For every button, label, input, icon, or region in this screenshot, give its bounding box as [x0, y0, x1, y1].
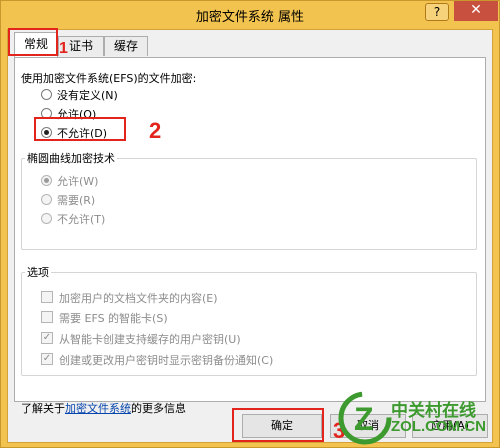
watermark-en: ZOL.COM.CN: [391, 418, 486, 435]
efs-help-link[interactable]: 加密文件系统: [65, 402, 131, 415]
checkbox-backup-notification-label: 创建或更改用户密钥时显示密钥备份通知(C): [59, 354, 274, 367]
checkbox-encrypt-documents-label: 加密用户的文档文件夹的内容(E): [59, 292, 218, 305]
properties-dialog: 加密文件系统 属性 ? ✕ 常规 证书 缓存 使用加密文件系统(EFS)的文件加…: [0, 0, 500, 448]
radio-ecc-deny-label: 不允许(T): [57, 213, 106, 226]
checkbox-cache-smartcard-key[interactable]: ✓: [41, 332, 53, 344]
highlight-deny-option: [34, 117, 126, 141]
checkbox-require-smartcard-label: 需要 EFS 的智能卡(S): [59, 312, 168, 325]
close-button[interactable]: ✕: [454, 1, 498, 21]
general-tab-panel: 使用加密文件系统(EFS)的文件加密: 没有定义(N) 允许(O) 不允许(D)…: [14, 57, 486, 415]
checkbox-require-smartcard[interactable]: [41, 311, 53, 323]
annotation-marker-1: 1: [59, 40, 68, 57]
highlight-ok-button: [232, 408, 324, 442]
zol-watermark: Z 中关村在线 ZOL.COM.CN: [333, 388, 493, 448]
zol-logo-icon: Z: [338, 391, 392, 445]
radio-ecc-allow-label: 允许(W): [57, 175, 99, 188]
checkbox-encrypt-documents[interactable]: [41, 291, 53, 303]
radio-not-defined[interactable]: [41, 89, 52, 100]
tab-cache[interactable]: 缓存: [104, 36, 148, 56]
help-button[interactable]: ?: [425, 3, 449, 21]
radio-ecc-require-label: 需要(R): [57, 194, 96, 207]
svg-text:Z: Z: [354, 401, 374, 437]
radio-ecc-require[interactable]: [41, 194, 52, 205]
efs-heading: 使用加密文件系统(EFS)的文件加密:: [21, 72, 197, 85]
radio-not-defined-label: 没有定义(N): [57, 89, 118, 102]
info-prefix: 了解关于: [21, 402, 65, 415]
checkbox-backup-notification[interactable]: ✓: [41, 353, 53, 365]
title-bar: 加密文件系统 属性 ? ✕: [1, 1, 499, 29]
checkbox-cache-smartcard-key-label: 从智能卡创建支持缓存的用户密钥(U): [59, 333, 241, 346]
options-group-title: 选项: [25, 264, 51, 280]
radio-ecc-allow[interactable]: [41, 175, 52, 186]
info-suffix: 的更多信息: [131, 402, 186, 415]
ecc-group-title: 椭圆曲线加密技术: [25, 150, 117, 166]
dialog-client-area: 常规 证书 缓存 使用加密文件系统(EFS)的文件加密: 没有定义(N) 允许(…: [7, 29, 493, 443]
annotation-marker-2: 2: [149, 118, 162, 143]
highlight-general-tab: [8, 28, 58, 56]
radio-ecc-deny[interactable]: [41, 213, 52, 224]
radio-selected-dot: [44, 178, 49, 183]
info-text: 了解关于加密文件系统的更多信息: [21, 400, 186, 416]
